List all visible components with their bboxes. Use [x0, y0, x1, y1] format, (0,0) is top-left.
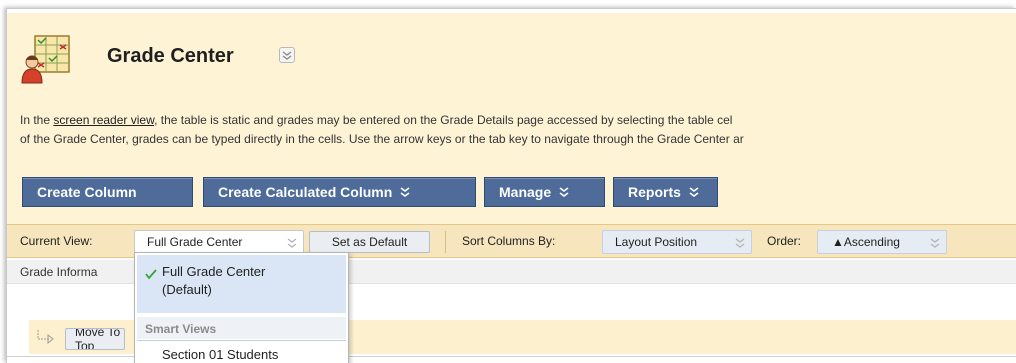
check-icon [145, 269, 157, 280]
page-description: In the screen reader view, the table is … [20, 113, 744, 146]
reports-button[interactable]: Reports [613, 177, 718, 207]
dropdown-group-smart-views: Smart Views [137, 317, 346, 339]
dropdown-option-full-grade-center[interactable]: Full Grade Center (Default) [137, 255, 346, 313]
create-calculated-column-button[interactable]: Create Calculated Column [203, 177, 476, 207]
sort-columns-label: Sort Columns By: [462, 234, 556, 248]
current-view-select[interactable]: Full Grade Center [134, 230, 304, 254]
chevron-down-icon [689, 187, 699, 197]
manage-button[interactable]: Manage [484, 177, 605, 207]
divider [445, 231, 446, 253]
set-as-default-button[interactable]: Set as Default [309, 231, 430, 253]
chevron-down-icon [930, 238, 940, 248]
move-arrow-icon [37, 330, 54, 345]
current-view-label: Current View: [20, 234, 93, 248]
dropdown-divider [137, 340, 346, 341]
chevron-down-icon [559, 187, 569, 197]
page-title: Grade Center [107, 45, 234, 67]
create-column-button[interactable]: Create Column [22, 177, 193, 207]
chevron-down-icon [287, 238, 297, 248]
order-select[interactable]: ▲Ascending [817, 230, 947, 254]
chevron-down-icon [735, 238, 745, 248]
grade-center-icon [21, 34, 71, 84]
order-label: Order: [767, 234, 802, 248]
move-to-top-button[interactable]: Move To Top [65, 328, 125, 350]
dropdown-option-section-01-students[interactable]: Section 01 Students [137, 342, 346, 363]
chevron-down-icon [400, 187, 410, 197]
grade-center-panel: Grade Center In the screen reader view, … [6, 8, 1016, 363]
grade-center-header: Grade Center In the screen reader view, … [7, 9, 1016, 257]
grade-information-label: Grade Informa [20, 265, 98, 279]
sort-columns-select[interactable]: Layout Position [602, 230, 752, 254]
screen-reader-view-link[interactable]: screen reader view [53, 113, 154, 127]
current-view-dropdown: Full Grade Center (Default) Smart Views … [134, 252, 349, 363]
chevron-down-icon[interactable] [279, 47, 295, 63]
